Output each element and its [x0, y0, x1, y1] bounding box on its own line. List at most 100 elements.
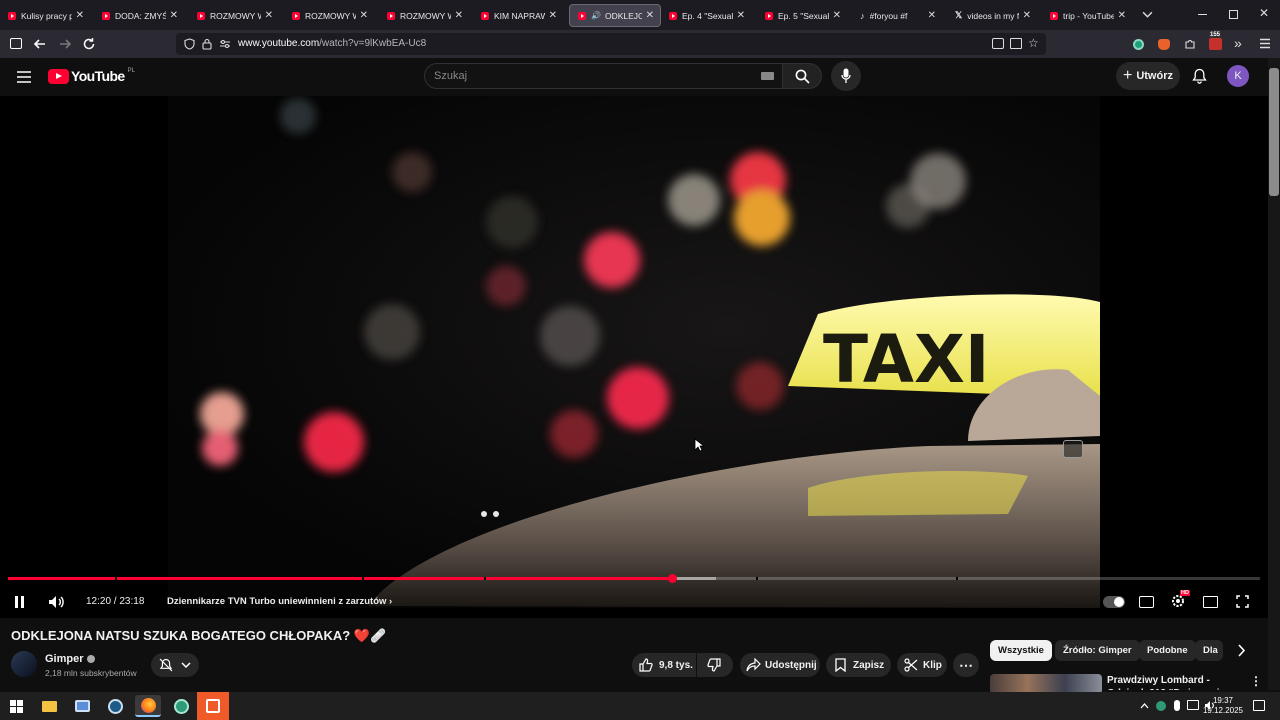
close-tab-icon[interactable]: ✕	[76, 10, 84, 21]
start-windows-icon[interactable]	[3, 695, 29, 717]
extension-vpn-icon[interactable]	[1133, 39, 1144, 50]
chips-next-chevron-icon[interactable]	[1237, 644, 1246, 657]
browser-tab[interactable]: KIM NAPRAWDĘ ✕	[473, 4, 563, 27]
theater-mode-icon[interactable]	[1203, 596, 1218, 608]
account-avatar[interactable]: K	[1227, 65, 1249, 87]
close-tab-icon[interactable]: ✕	[1023, 10, 1031, 21]
browser-tab[interactable]: ROZMOWY W T ✕	[379, 4, 469, 27]
restore-icon[interactable]	[1229, 10, 1238, 19]
close-tab-icon[interactable]: ✕	[928, 10, 936, 21]
recommendation-title[interactable]: Prawdziwy Lombard - Odcinek 212 "Dożywoc…	[1107, 674, 1242, 690]
reader-view-icon[interactable]	[1010, 38, 1022, 49]
more-actions-icon[interactable]: ⋯	[953, 653, 979, 677]
bookmark-star-icon[interactable]: ☆	[1028, 36, 1039, 50]
browser-tab[interactable]: ♪ #foryou #f ✕	[852, 4, 942, 27]
address-bar[interactable]: www.youtube.com/watch?v=9lKwbEA-Uc8 ☆	[176, 33, 1046, 55]
guide-menu-icon[interactable]	[17, 71, 31, 83]
tray-vpn-icon[interactable]	[1156, 701, 1166, 711]
extension-fox-icon[interactable]	[1158, 39, 1170, 50]
browser-tab[interactable]: ROZMOWY W T ✕	[189, 4, 279, 27]
youtube-logo[interactable]: YouTube PL	[48, 68, 135, 84]
app-monitor-icon[interactable]	[69, 695, 95, 717]
tray-overflow-chevron-icon[interactable]	[1140, 702, 1149, 709]
minimize-icon[interactable]	[1198, 14, 1207, 15]
browser-tab[interactable]: DODA: ZMYŚLO ✕	[94, 4, 184, 27]
chip-source-gimper[interactable]: Źródło: Gimper	[1055, 640, 1140, 661]
voice-search-button[interactable]	[831, 61, 861, 91]
save-button[interactable]: Zapisz	[826, 653, 891, 677]
chapter-title[interactable]: Dziennikarze TVN Turbo uniewinnieni z za…	[167, 596, 392, 607]
overflow-chevrons-icon[interactable]: »	[1234, 35, 1242, 51]
browser-tab[interactable]: 🔊ODKLEJONA ✕	[569, 4, 661, 27]
steam-icon[interactable]	[102, 695, 128, 717]
channel-avatar[interactable]	[11, 651, 37, 677]
browser-tab[interactable]: Ep. 5 "Sexual Be ✕	[757, 4, 847, 27]
url-text[interactable]: www.youtube.com/watch?v=9lKwbEA-Uc8	[238, 38, 426, 49]
fullscreen-icon[interactable]	[1236, 595, 1249, 608]
close-tab-icon[interactable]: ✕	[170, 10, 178, 21]
browser-tab[interactable]: Kulisy pracy pro ✕	[0, 4, 90, 27]
search-button[interactable]	[782, 63, 822, 89]
forward-icon[interactable]	[58, 37, 72, 51]
taskbar-clock[interactable]: 19:37 19.12.2025	[1200, 696, 1246, 716]
picture-in-picture-icon[interactable]	[992, 38, 1004, 49]
shield-icon[interactable]	[184, 38, 195, 50]
notification-center-icon[interactable]	[1253, 700, 1265, 711]
notifications-bell-icon[interactable]	[1192, 68, 1207, 84]
close-tab-icon[interactable]: ✕	[455, 10, 463, 21]
file-explorer-icon[interactable]	[36, 695, 62, 717]
progress-scrubber[interactable]	[668, 574, 678, 583]
reload-icon[interactable]	[82, 37, 96, 51]
browser-tab[interactable]: trip - YouTube ✕	[1042, 4, 1132, 27]
close-tab-icon[interactable]: ✕	[265, 10, 273, 21]
pause-icon[interactable]	[15, 596, 24, 608]
scrollbar-thumb[interactable]	[1269, 68, 1279, 196]
app-orange-icon[interactable]	[197, 692, 229, 720]
extension-adblock-icon[interactable]	[1209, 38, 1222, 50]
page-scrollbar[interactable]	[1268, 58, 1280, 690]
recommendation-menu-icon[interactable]: ⋮	[1250, 674, 1262, 688]
dislike-button[interactable]	[697, 653, 733, 677]
firefox-taskbar-icon[interactable]	[135, 695, 161, 717]
subscribed-button[interactable]	[151, 653, 199, 677]
back-icon[interactable]	[33, 37, 47, 51]
close-tab-icon[interactable]: ✕	[646, 10, 654, 21]
browser-tab[interactable]: ROZMOWY W T ✕	[284, 4, 374, 27]
create-button[interactable]: + Utwórz	[1116, 62, 1180, 90]
search-input[interactable]: Szukaj	[424, 63, 783, 89]
chip-all[interactable]: Wszystkie	[990, 640, 1052, 661]
close-tab-icon[interactable]: ✕	[549, 10, 557, 21]
keyboard-icon[interactable]	[761, 72, 774, 80]
video-player[interactable]: TAXI 12:20 / 23:18 Dziennikarze TVN Turb…	[0, 96, 1268, 618]
progress-bar[interactable]	[8, 574, 1260, 583]
clip-button[interactable]: Klip	[897, 653, 947, 677]
close-tab-icon[interactable]: ✕	[833, 10, 841, 21]
close-tab-icon[interactable]: ✕	[1118, 10, 1126, 21]
extensions-puzzle-icon[interactable]	[1184, 38, 1196, 50]
autoplay-toggle[interactable]	[1103, 596, 1125, 608]
like-button[interactable]: 9,8 tys.	[632, 653, 696, 677]
tab-list-chevron-icon[interactable]	[1142, 9, 1153, 20]
recommendation-thumbnail[interactable]	[990, 674, 1102, 694]
close-tab-icon[interactable]: ✕	[737, 10, 745, 21]
subtitles-icon[interactable]	[1139, 596, 1154, 608]
vpn-app-icon[interactable]	[168, 695, 194, 717]
sidebar-toggle-icon[interactable]	[10, 38, 22, 49]
close-window-icon[interactable]: ✕	[1259, 6, 1269, 20]
browser-tab[interactable]: Ep. 4 "Sexual Be ✕	[661, 4, 751, 27]
lock-icon[interactable]	[202, 38, 212, 50]
tab-audio-playing-icon[interactable]: 🔊	[591, 11, 601, 20]
permissions-icon[interactable]	[219, 39, 231, 49]
app-menu-icon[interactable]	[1259, 38, 1271, 49]
chip-similar[interactable]: Podobne	[1139, 640, 1196, 661]
close-tab-icon[interactable]: ✕	[360, 10, 368, 21]
channel-name[interactable]: Gimper	[45, 653, 95, 665]
video-frame[interactable]: TAXI	[168, 96, 1100, 608]
browser-tab[interactable]: 𝕏videos in my fol ✕	[947, 4, 1037, 27]
volume-icon[interactable]	[48, 595, 65, 609]
tray-network-icon[interactable]	[1187, 700, 1199, 710]
chip-for-you[interactable]: Dla	[1195, 640, 1223, 661]
tray-microphone-icon[interactable]	[1174, 700, 1180, 711]
share-button[interactable]: Udostępnij	[740, 653, 820, 677]
miniplayer-icon[interactable]	[1063, 440, 1083, 458]
